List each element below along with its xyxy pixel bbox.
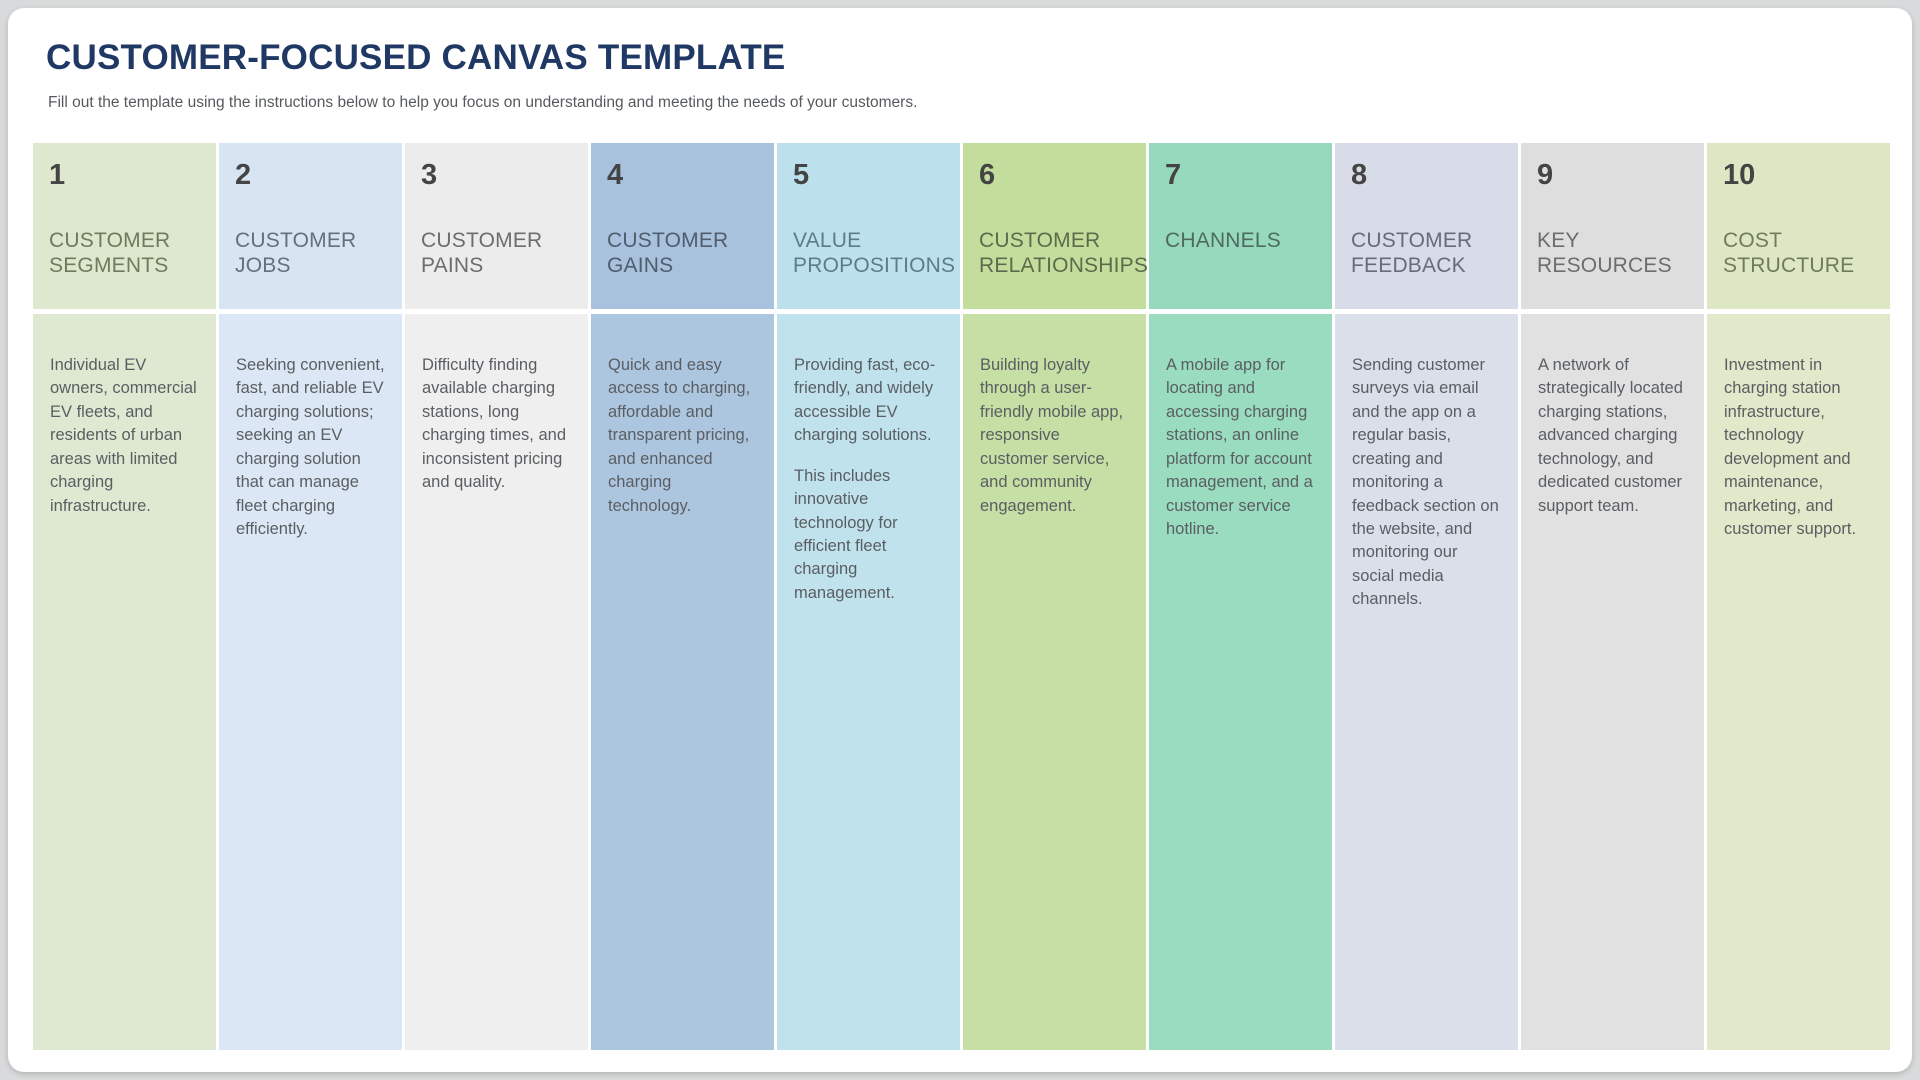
canvas-column: 5 VALUE PROPOSITIONS Providing fast, eco-f… xyxy=(777,143,960,1050)
column-paragraph: Seeking convenient, fast, and reliable E… xyxy=(236,356,385,538)
column-content[interactable]: Building loyalty through a user-friendly… xyxy=(963,314,1146,1050)
canvas-column: 7 CHANNELS A mobile app for locating and a… xyxy=(1149,143,1332,1050)
column-paragraph: Quick and easy access to charging, affor… xyxy=(608,356,751,515)
column-header: 10 COST STRUCTURE xyxy=(1707,143,1890,309)
column-title: CUSTOMER JOBS xyxy=(235,229,357,277)
canvas-column: 2 CUSTOMER JOBS Seeking convenient, fast, … xyxy=(219,143,402,1050)
canvas-column: 6 CUSTOMER RELATIONSHIPS Building loyalty … xyxy=(963,143,1149,1050)
column-title: CHANNELS xyxy=(1165,229,1281,252)
column-title: CUSTOMER RELATIONSHIPS xyxy=(979,229,1149,277)
page-subtitle: Fill out the template using the instruct… xyxy=(48,94,918,111)
column-header: 5 VALUE PROPOSITIONS xyxy=(777,143,960,309)
column-header: 6 CUSTOMER RELATIONSHIPS xyxy=(963,143,1149,309)
canvas-card: CUSTOMER-FOCUSED CANVAS TEMPLATE Fill ou… xyxy=(8,8,1912,1072)
column-number: 5 xyxy=(793,159,810,191)
column-title: CUSTOMER PAINS xyxy=(421,229,543,277)
column-title: CUSTOMER GAINS xyxy=(607,229,729,277)
column-number: 10 xyxy=(1723,159,1756,191)
canvas-column: 3 CUSTOMER PAINS Difficulty finding availa… xyxy=(405,143,588,1050)
column-header: 4 CUSTOMER GAINS xyxy=(591,143,774,309)
column-paragraph: Difficulty finding available charging st… xyxy=(422,356,566,492)
column-number: 7 xyxy=(1165,159,1182,191)
column-content[interactable]: Sending customer surveys via email and t… xyxy=(1335,314,1518,1050)
column-header: 8 CUSTOMER FEEDBACK xyxy=(1335,143,1518,309)
canvas-column: 10 COST STRUCTURE Investment in charging s… xyxy=(1707,143,1890,1050)
column-header: 9 KEY RESOURCES xyxy=(1521,143,1704,309)
column-content[interactable]: Difficulty finding available charging st… xyxy=(405,314,588,1050)
column-number: 9 xyxy=(1537,159,1554,191)
column-title: VALUE PROPOSITIONS xyxy=(793,229,956,277)
canvas-column: 1 CUSTOMER SEGMENTS Individual EV owners, … xyxy=(33,143,216,1050)
column-number: 1 xyxy=(49,159,66,191)
column-number: 4 xyxy=(607,159,624,191)
column-content[interactable]: Seeking convenient, fast, and reliable E… xyxy=(219,314,402,1050)
column-content[interactable]: Investment in charging station infrastru… xyxy=(1707,314,1890,1050)
column-content[interactable]: A network of strategically located charg… xyxy=(1521,314,1704,1050)
column-paragraph: Providing fast, eco-friendly, and widely… xyxy=(794,356,936,445)
column-paragraph: Individual EV owners, commercial EV flee… xyxy=(50,356,197,515)
column-title: CUSTOMER FEEDBACK xyxy=(1351,229,1473,277)
column-number: 3 xyxy=(421,159,438,191)
column-content[interactable]: Individual EV owners, commercial EV flee… xyxy=(33,314,216,1050)
canvas-column: 4 CUSTOMER GAINS Quick and easy access to … xyxy=(591,143,774,1050)
column-paragraph: Investment in charging station infrastru… xyxy=(1724,356,1857,538)
column-title: CUSTOMER SEGMENTS xyxy=(49,229,171,277)
column-content[interactable]: Quick and easy access to charging, affor… xyxy=(591,314,774,1050)
page-title: CUSTOMER-FOCUSED CANVAS TEMPLATE xyxy=(46,38,786,77)
canvas-columns-grid: 1 CUSTOMER SEGMENTS Individual EV owners, … xyxy=(33,143,1890,1050)
canvas-column: 9 KEY RESOURCES A network of strategically… xyxy=(1521,143,1704,1050)
column-paragraph: A mobile app for locating and accessing … xyxy=(1166,356,1313,538)
column-title: KEY RESOURCES xyxy=(1537,229,1672,277)
column-paragraph: This includes innovative technology for … xyxy=(794,466,898,602)
column-header: 2 CUSTOMER JOBS xyxy=(219,143,402,309)
column-paragraph: A network of strategically located charg… xyxy=(1538,356,1683,515)
column-number: 8 xyxy=(1351,159,1368,191)
column-number: 6 xyxy=(979,159,996,191)
column-content[interactable]: Providing fast, eco-friendly, and widely… xyxy=(777,314,960,1050)
column-header: 7 CHANNELS xyxy=(1149,143,1332,309)
column-paragraph: Building loyalty through a user-friendly… xyxy=(980,356,1124,515)
column-header: 1 CUSTOMER SEGMENTS xyxy=(33,143,216,309)
column-title: COST STRUCTURE xyxy=(1723,229,1855,277)
column-content[interactable]: A mobile app for locating and accessing … xyxy=(1149,314,1332,1050)
column-number: 2 xyxy=(235,159,252,191)
column-paragraph: Sending customer surveys via email and t… xyxy=(1352,356,1499,609)
canvas-column: 8 CUSTOMER FEEDBACK Sending customer surve… xyxy=(1335,143,1518,1050)
column-header: 3 CUSTOMER PAINS xyxy=(405,143,588,309)
